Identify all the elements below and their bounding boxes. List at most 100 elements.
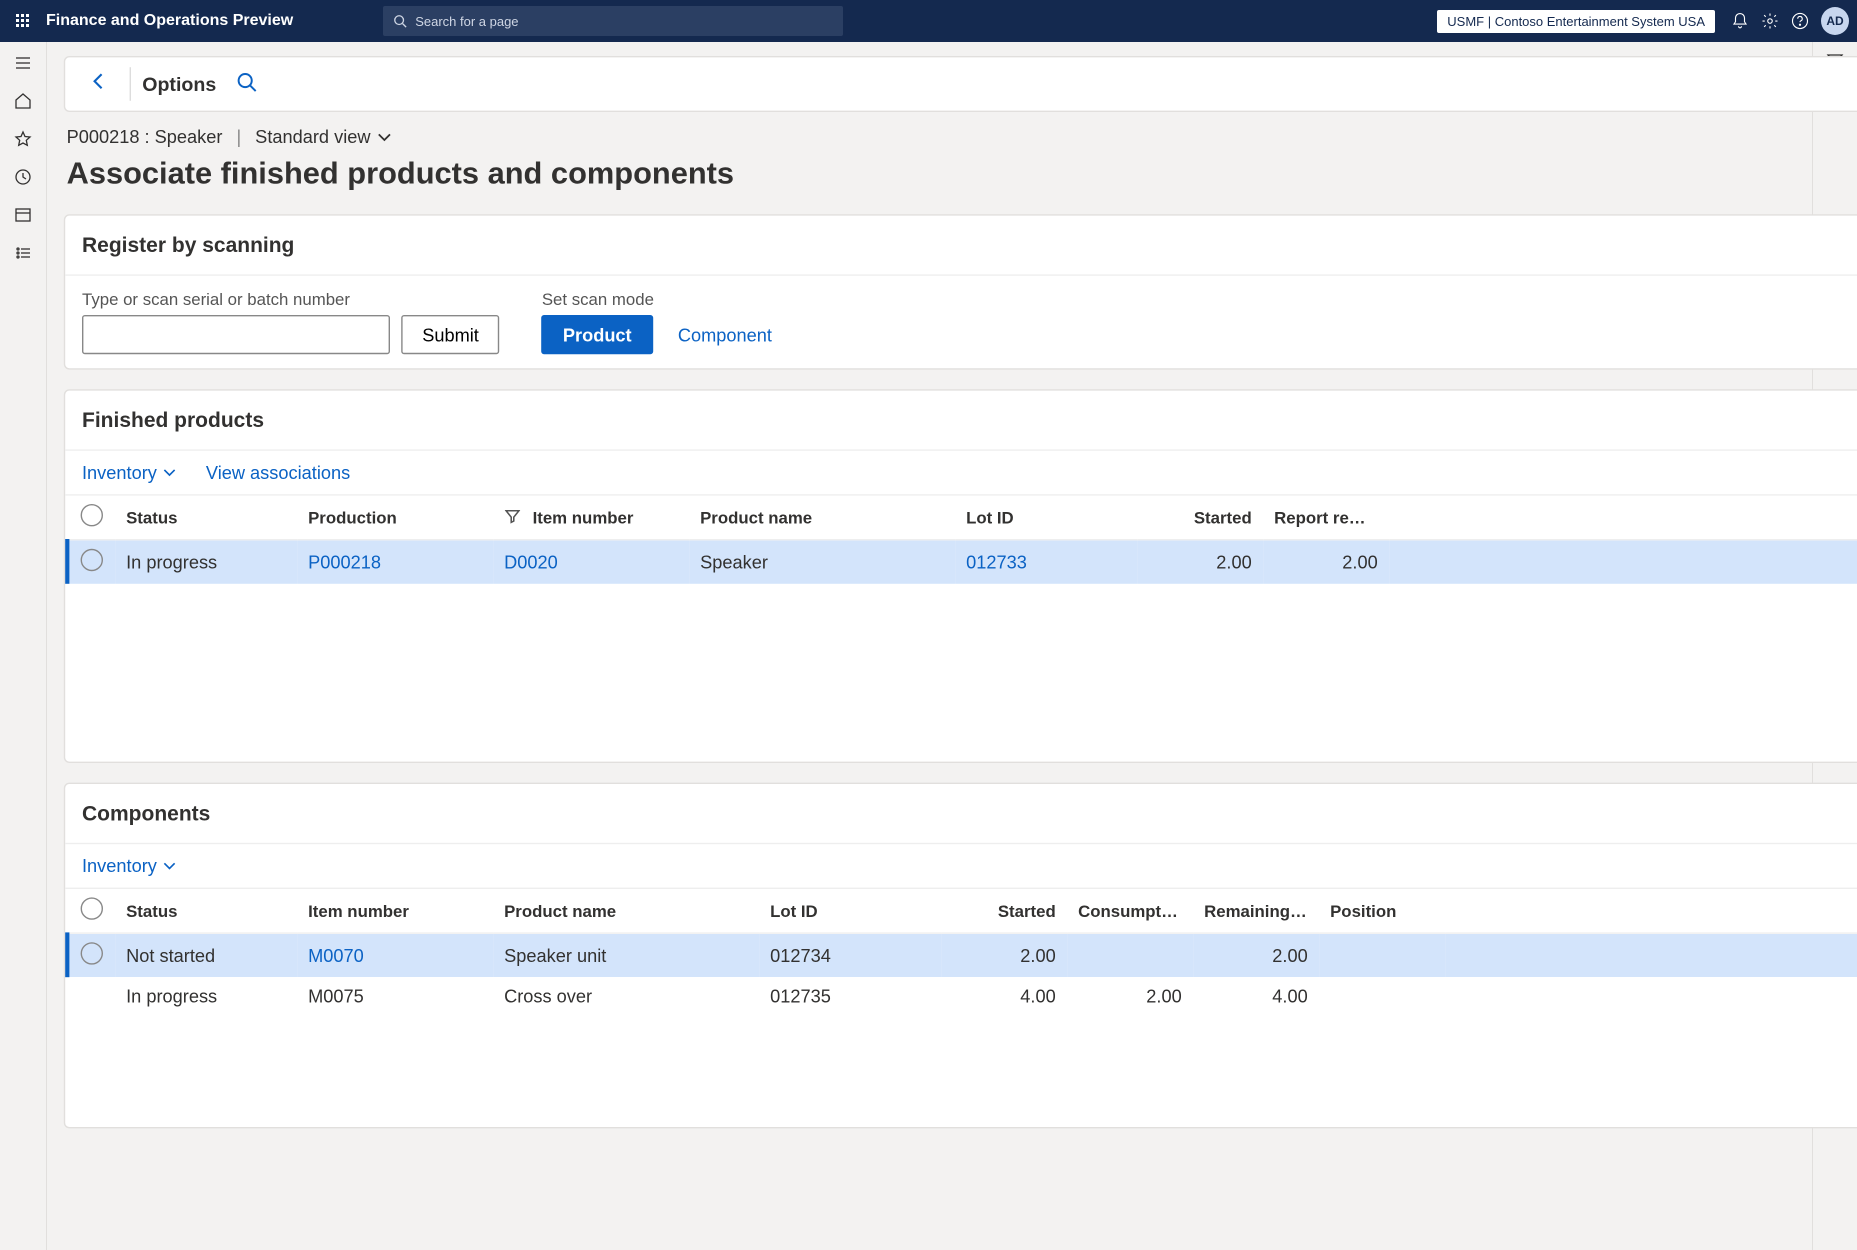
chevron-down-icon [376, 128, 393, 145]
bell-icon [1731, 12, 1749, 30]
back-button[interactable] [79, 69, 118, 98]
mode-component-button[interactable]: Component [678, 324, 772, 345]
chevron-down-icon [162, 858, 177, 873]
col-product-name[interactable]: Product name [493, 889, 759, 933]
clock-icon [14, 168, 32, 186]
finished-products-title: Finished products [82, 408, 264, 432]
search-placeholder: Search for a page [415, 14, 518, 29]
cell-report: 2.00 [1263, 540, 1389, 584]
nav-expand-button[interactable] [12, 52, 34, 74]
col-started[interactable]: Started [941, 889, 1067, 933]
finished-row[interactable]: In progress P000218 D0020 Speaker 012733… [67, 540, 1857, 584]
cell-product-name: Speaker unit [493, 933, 759, 977]
scan-input[interactable] [82, 315, 390, 354]
cell-item: M0075 [297, 977, 493, 1015]
help-button[interactable] [1785, 0, 1815, 42]
row-select[interactable] [81, 549, 103, 571]
page-search-button[interactable] [236, 71, 257, 96]
col-remaining[interactable]: Remaining qua… [1193, 889, 1319, 933]
col-started[interactable]: Started [1137, 496, 1263, 540]
cell-started: 4.00 [941, 977, 1067, 1015]
col-production[interactable]: Production [297, 496, 493, 540]
scan-mode-label: Set scan mode [542, 290, 772, 310]
user-avatar[interactable]: AD [1821, 7, 1849, 35]
breadcrumb: P000218 : Speaker | Standard view [67, 126, 1857, 147]
row-select[interactable] [81, 942, 103, 964]
cell-lot: 012734 [759, 933, 941, 977]
nav-favorites-button[interactable] [12, 128, 34, 150]
col-status[interactable]: Status [115, 889, 297, 933]
mode-product-button[interactable]: Product [542, 315, 653, 354]
settings-button[interactable] [1755, 0, 1785, 42]
col-position[interactable]: Position [1319, 889, 1445, 933]
col-item[interactable]: Item number [493, 496, 689, 540]
col-lot[interactable]: Lot ID [955, 496, 1137, 540]
select-all-finished[interactable] [67, 496, 115, 540]
cell-remaining: 2.00 [1193, 933, 1319, 977]
finished-products-table: Status Production Item number Product na… [65, 496, 1857, 584]
select-all-components[interactable] [67, 889, 115, 933]
col-item[interactable]: Item number [297, 889, 493, 933]
submit-button[interactable]: Submit [401, 315, 500, 354]
breadcrumb-context: P000218 : Speaker [67, 126, 223, 147]
app-name: Finance and Operations Preview [38, 12, 293, 30]
page-title: Associate finished products and componen… [67, 155, 1857, 191]
cell-item[interactable]: M0070 [297, 933, 493, 977]
workspace-icon [14, 206, 32, 224]
notifications-button[interactable] [1725, 0, 1755, 42]
search-icon [236, 71, 257, 92]
component-row[interactable]: Not started M0070 Speaker unit 012734 2.… [67, 933, 1857, 977]
col-consumption[interactable]: Consumption [1067, 889, 1193, 933]
options-button[interactable]: Options [142, 73, 216, 95]
left-nav-rail [0, 42, 47, 1250]
cell-position [1319, 977, 1445, 1015]
finished-inventory-menu[interactable]: Inventory [82, 462, 178, 483]
cell-lot: 012735 [759, 977, 941, 1015]
component-row[interactable]: In progress M0075 Cross over 012735 4.00… [67, 977, 1857, 1015]
view-selector[interactable]: Standard view [255, 126, 393, 147]
cell-lot[interactable]: 012733 [955, 540, 1137, 584]
scan-input-label: Type or scan serial or batch number [82, 290, 500, 310]
cell-status: Not started [115, 933, 297, 977]
col-lot[interactable]: Lot ID [759, 889, 941, 933]
nav-recent-button[interactable] [12, 166, 34, 188]
action-bar: Options 0 [64, 56, 1857, 112]
company-selector[interactable]: USMF | Contoso Entertainment System USA [1437, 10, 1715, 33]
col-status[interactable]: Status [115, 496, 297, 540]
app-launcher-button[interactable] [8, 13, 38, 29]
list-icon [14, 244, 32, 262]
back-arrow-icon [88, 69, 110, 91]
global-search-input[interactable]: Search for a page [383, 6, 843, 36]
filter-icon [504, 508, 519, 523]
main-content: Options 0 P00021 [47, 42, 1857, 1250]
nav-workspaces-button[interactable] [12, 204, 34, 226]
cell-remaining: 4.00 [1193, 977, 1319, 1015]
chevron-down-icon [162, 465, 177, 480]
home-icon [14, 92, 32, 110]
cell-position [1319, 933, 1445, 977]
view-associations-link[interactable]: View associations [206, 462, 350, 483]
cell-production[interactable]: P000218 [297, 540, 493, 584]
cell-product-name: Speaker [689, 540, 955, 584]
waffle-icon [15, 13, 31, 29]
col-product-name[interactable]: Product name [689, 496, 955, 540]
components-inventory-menu[interactable]: Inventory [82, 855, 178, 876]
finished-products-panel: Finished products Inventory View associa… [64, 389, 1857, 763]
hamburger-icon [14, 54, 32, 72]
nav-modules-button[interactable] [12, 242, 34, 264]
components-table: Status Item number Product name Lot ID S… [65, 889, 1857, 1015]
register-panel: Register by scanning Type or scan serial… [64, 214, 1857, 369]
cell-status: In progress [115, 540, 297, 584]
search-icon [393, 14, 407, 28]
top-bar: Finance and Operations Preview Search fo… [0, 0, 1857, 42]
cell-status: In progress [115, 977, 297, 1015]
components-panel: Components Inventory [64, 783, 1857, 1129]
col-report[interactable]: Report remain… [1263, 496, 1389, 540]
nav-home-button[interactable] [12, 90, 34, 112]
cell-consumption: 2.00 [1067, 977, 1193, 1015]
cell-started: 2.00 [941, 933, 1067, 977]
gear-icon [1761, 12, 1779, 30]
view-label: Standard view [255, 126, 370, 147]
cell-product-name: Cross over [493, 977, 759, 1015]
cell-item[interactable]: D0020 [493, 540, 689, 584]
